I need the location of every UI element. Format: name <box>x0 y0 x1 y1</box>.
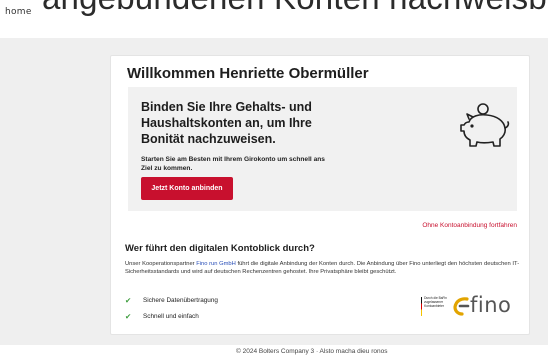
top-bar: angebundenen Konten nachweisbar home <box>0 0 548 38</box>
who-section-title: Wer führt den digitalen Kontoblick durch… <box>125 243 315 254</box>
skip-link[interactable]: Ohne Kontoanbindung fortfahren <box>422 222 517 229</box>
partner-link[interactable]: Fino run GmbH <box>196 261 236 267</box>
background-heading: angebundenen Konten nachweisbar <box>42 0 548 17</box>
promo-title: Binden Sie Ihre Gehalts- und Haushaltsko… <box>141 100 312 146</box>
german-flag-icon <box>421 297 423 316</box>
piggy-bank-icon <box>460 103 510 147</box>
bafin-badge-text: Durch die BaFin zugelassener Kontoanbiet… <box>424 296 447 308</box>
feature-item: ✔ Sichere Datenübertragung <box>125 296 218 305</box>
feature-item: ✔ Schnell und einfach <box>125 312 199 321</box>
who-text-start: Unser Kooperationspartner <box>125 261 197 267</box>
check-icon: ✔ <box>125 296 132 305</box>
home-logo[interactable]: home <box>5 7 32 17</box>
bafin-badge: Durch die BaFin zugelassener Kontoanbiet… <box>421 296 447 318</box>
check-icon: ✔ <box>125 312 132 321</box>
welcome-title: Willkommen Henriette Obermüller <box>127 65 369 82</box>
footer-text: © 2024 Bolters Company 3 · Alsto macha d… <box>236 348 388 355</box>
fino-logo-icon <box>453 297 470 316</box>
connect-account-button[interactable]: Jetzt Konto anbinden <box>141 177 233 200</box>
promo-subtitle: Starten Sie am Besten mit Ihrem Girokont… <box>141 156 325 172</box>
who-section-text: Unser Kooperationspartner Fino run GmbH … <box>125 261 523 276</box>
feature-label: Sichere Datenübertragung <box>143 297 218 304</box>
fino-logo: fino <box>470 293 512 317</box>
welcome-card: Willkommen Henriette Obermüller Binden S… <box>110 55 530 335</box>
footer: © 2024 Bolters Company 3 · Alsto macha d… <box>0 345 548 356</box>
feature-label: Schnell und einfach <box>143 313 199 320</box>
connect-account-panel: Binden Sie Ihre Gehalts- und Haushaltsko… <box>128 87 517 211</box>
